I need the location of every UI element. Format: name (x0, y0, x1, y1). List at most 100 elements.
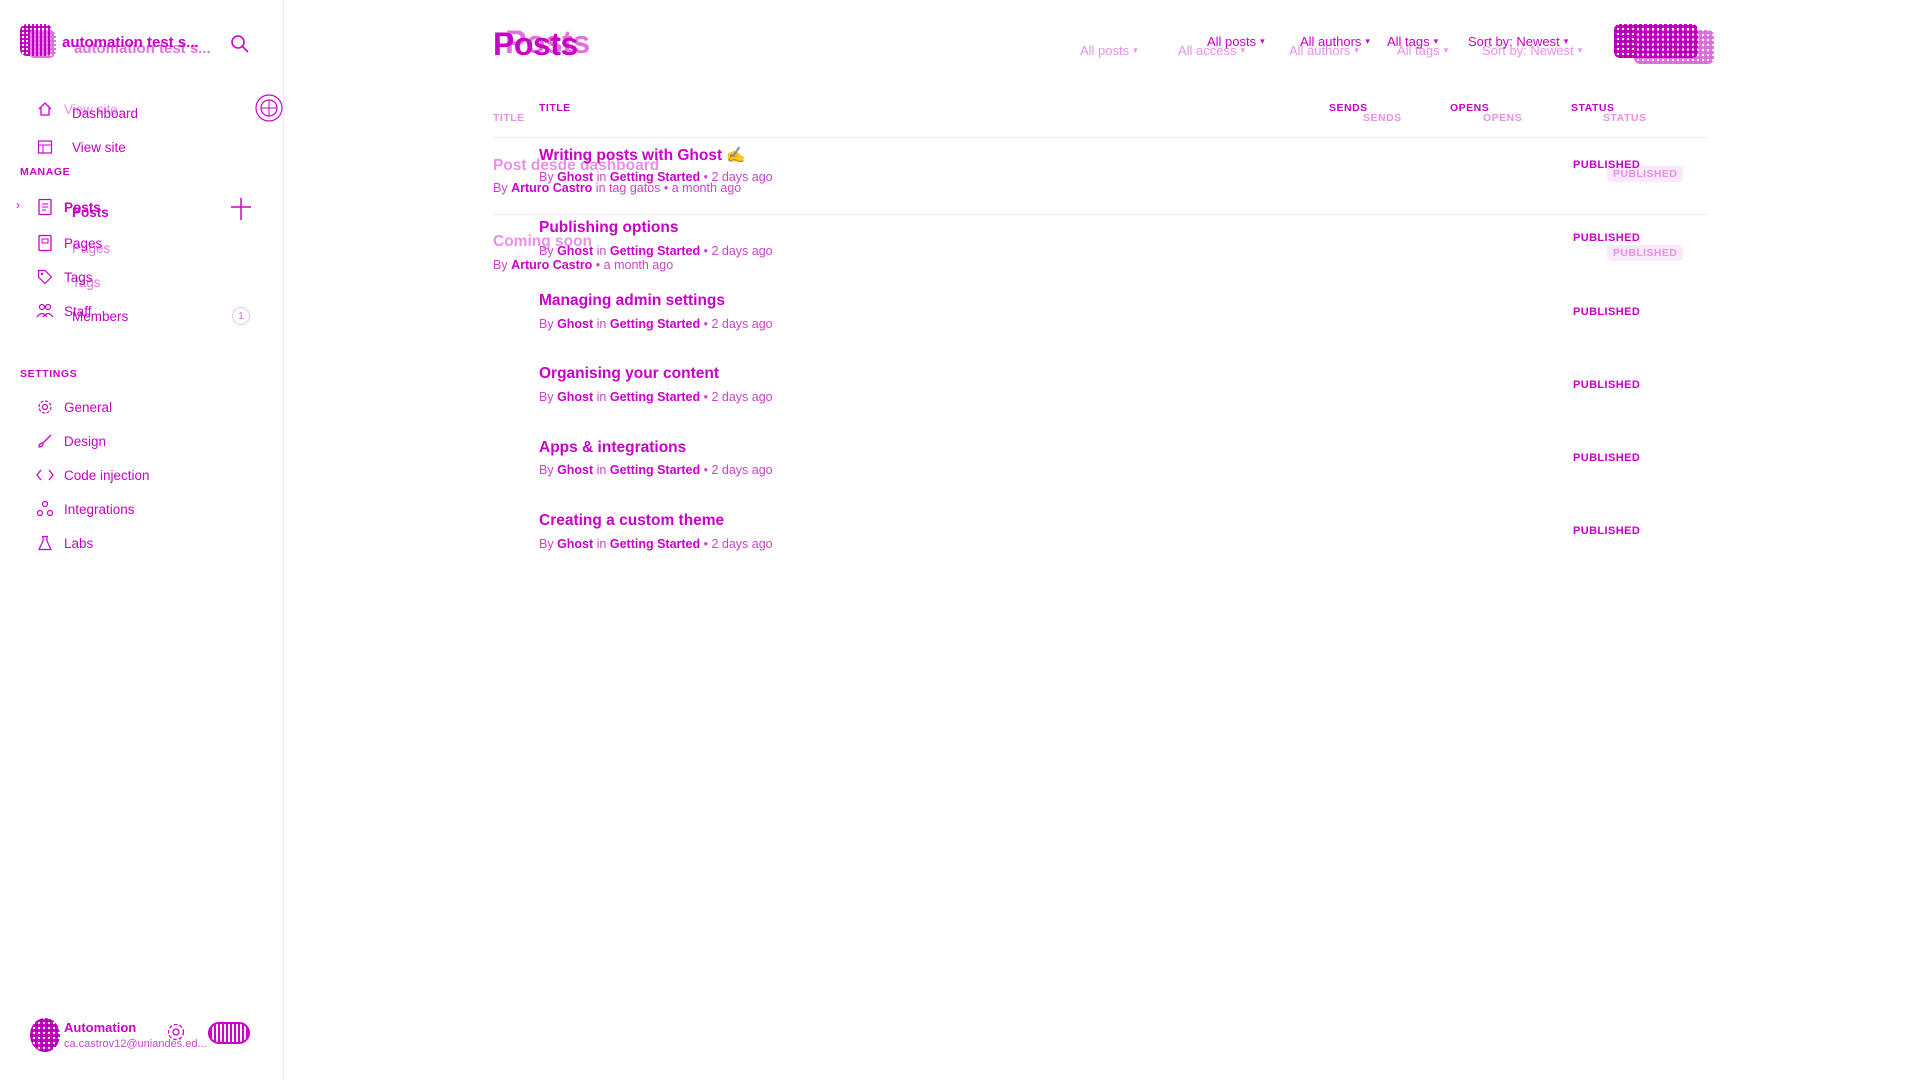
meta-tag: Getting Started (609, 463, 701, 477)
window-icon (36, 138, 54, 156)
meta-time: • 2 days ago (700, 317, 773, 331)
header-divider (493, 137, 1708, 138)
meta-author: Ghost (557, 463, 594, 477)
meta-in: in (593, 317, 610, 331)
meta-author: Ghost (557, 537, 594, 551)
code-icon (36, 466, 54, 484)
user-name: Automation (64, 1020, 137, 1035)
meta-by: By (493, 181, 512, 195)
filter-all-authors-front[interactable]: All authors ▾ (1300, 34, 1370, 49)
meta-time: • 2 days ago (700, 537, 773, 551)
meta-in: in (593, 170, 610, 184)
meta-tag: Getting Started (609, 170, 701, 184)
meta-by: By (493, 258, 512, 272)
post-title[interactable]: Creating a custom theme (539, 512, 724, 530)
meta-tag: Getting Started (609, 244, 701, 258)
new-post-plus-icon[interactable] (230, 196, 252, 227)
meta-in: in (593, 244, 610, 258)
meta-tag: Getting Started (609, 317, 701, 331)
search-icon[interactable] (230, 34, 250, 59)
meta-time: • 2 days ago (700, 390, 773, 404)
filter-sort-front[interactable]: Sort by: Newest ▾ (1468, 34, 1568, 49)
meta-tag: Getting Started (609, 537, 701, 551)
post-meta: By Ghost in Getting Started • 2 days ago (539, 170, 773, 184)
page-title-ghost: Posts (505, 24, 590, 60)
post-title[interactable]: Publishing options (539, 219, 679, 237)
post-title[interactable]: Managing admin settings (539, 292, 725, 310)
main-content: Posts Posts All posts ▾ All access ▾ All a… (285, 0, 1920, 1080)
chevron-down-icon: ▾ (1133, 45, 1138, 55)
meta-time: • 2 days ago (700, 463, 773, 477)
meta-author: Arturo Castro (511, 258, 593, 272)
ghost-post-meta: By Arturo Castro • a month ago (493, 258, 673, 272)
sidebar-item-label: Pages (72, 241, 111, 256)
chevron-right-icon[interactable]: › (16, 198, 20, 212)
sidebar-item-label: Posts (72, 205, 109, 220)
flask-icon (36, 534, 54, 552)
post-title[interactable]: Organising your content (539, 365, 719, 383)
home-icon (36, 100, 54, 118)
meta-by: By (539, 463, 558, 477)
sidebar-item-code-injection[interactable]: Code injection (36, 466, 150, 484)
post-meta: By Ghost in Getting Started • 2 days ago (539, 390, 773, 404)
sidebar-item-label: Integrations (64, 501, 135, 517)
meta-in: in (593, 390, 610, 404)
sidebar-item-label: General (64, 399, 113, 415)
filter-label: All posts (1080, 43, 1130, 58)
members-count-badge: 1 (232, 307, 250, 325)
sidebar-item-labs[interactable]: Labs (36, 534, 93, 552)
sidebar-item-label: Code injection (64, 467, 150, 483)
filter-label: All posts (1207, 34, 1257, 49)
chevron-down-icon: ▾ (1577, 45, 1583, 55)
chevron-down-icon: ▾ (1563, 36, 1569, 46)
meta-time: • 2 days ago (700, 244, 773, 258)
chevron-down-icon: ▾ (1260, 36, 1265, 46)
column-status-back: STATUS (1603, 112, 1647, 124)
sidebar-item-posts-ghost: Posts (72, 205, 109, 220)
column-title: TITLE (539, 102, 571, 114)
chevron-down-icon: ▾ (1443, 45, 1449, 55)
brush-icon (36, 432, 54, 450)
settings-section-label: SETTINGS (20, 368, 78, 380)
post-title[interactable]: Apps & integrations (539, 439, 686, 457)
tag-icon (36, 268, 54, 286)
meta-rest: • a month ago (592, 258, 674, 272)
sidebar-item-label: Labs (64, 535, 94, 551)
post-title[interactable]: Writing posts with Ghost ✍️ (539, 146, 746, 165)
status-badge: PUBLISHED (1573, 306, 1641, 318)
status-badge: PUBLISHED (1573, 379, 1641, 391)
site-title-ghost: automation test s... (74, 40, 211, 57)
sidebar-item-label: Design (64, 433, 107, 449)
sidebar-item-label: Tags (72, 275, 101, 290)
filter-label: Sort by: Newest (1468, 34, 1560, 49)
status-badge: PUBLISHED (1573, 159, 1641, 171)
sidebar-item-general[interactable]: General (36, 398, 112, 416)
sidebar-item-tags-ghost: Tags (72, 275, 101, 290)
sidebar-item-view-site-2[interactable]: View site (36, 138, 126, 156)
status-badge: PUBLISHED (1573, 232, 1641, 244)
post-meta: By Ghost in Getting Started • 2 days ago (539, 537, 773, 551)
filter-all-posts[interactable]: All posts ▾ (1080, 43, 1138, 58)
sidebar-item-dashboard[interactable]: Dashboard (72, 106, 138, 121)
sidebar-item-members[interactable]: Members (72, 309, 128, 324)
filter-all-tags-front[interactable]: All tags ▾ (1387, 34, 1438, 49)
sidebar-item-label: View site (72, 139, 126, 155)
new-post-button-ghost (1634, 30, 1714, 64)
meta-time: • 2 days ago (700, 170, 773, 184)
avatar[interactable] (30, 1018, 60, 1052)
globe-icon[interactable] (254, 93, 284, 128)
integrations-icon (36, 500, 54, 518)
gear-icon (36, 398, 54, 416)
sidebar-item-design[interactable]: Design (36, 432, 106, 450)
meta-by: By (539, 537, 558, 551)
filter-all-posts-front[interactable]: All posts ▾ (1207, 34, 1265, 49)
post-meta: By Ghost in Getting Started • 2 days ago (539, 244, 773, 258)
sidebar: automation test s... automation test s..… (0, 0, 284, 1080)
site-logo-ghost (28, 30, 56, 58)
sidebar-item-integrations[interactable]: Integrations (36, 500, 135, 518)
column-opens-back: OPENS (1483, 112, 1523, 124)
meta-author: Ghost (557, 244, 594, 258)
filter-label: All authors (1300, 34, 1362, 49)
theme-toggle[interactable] (208, 1022, 250, 1044)
settings-gear-icon[interactable] (166, 1022, 186, 1047)
